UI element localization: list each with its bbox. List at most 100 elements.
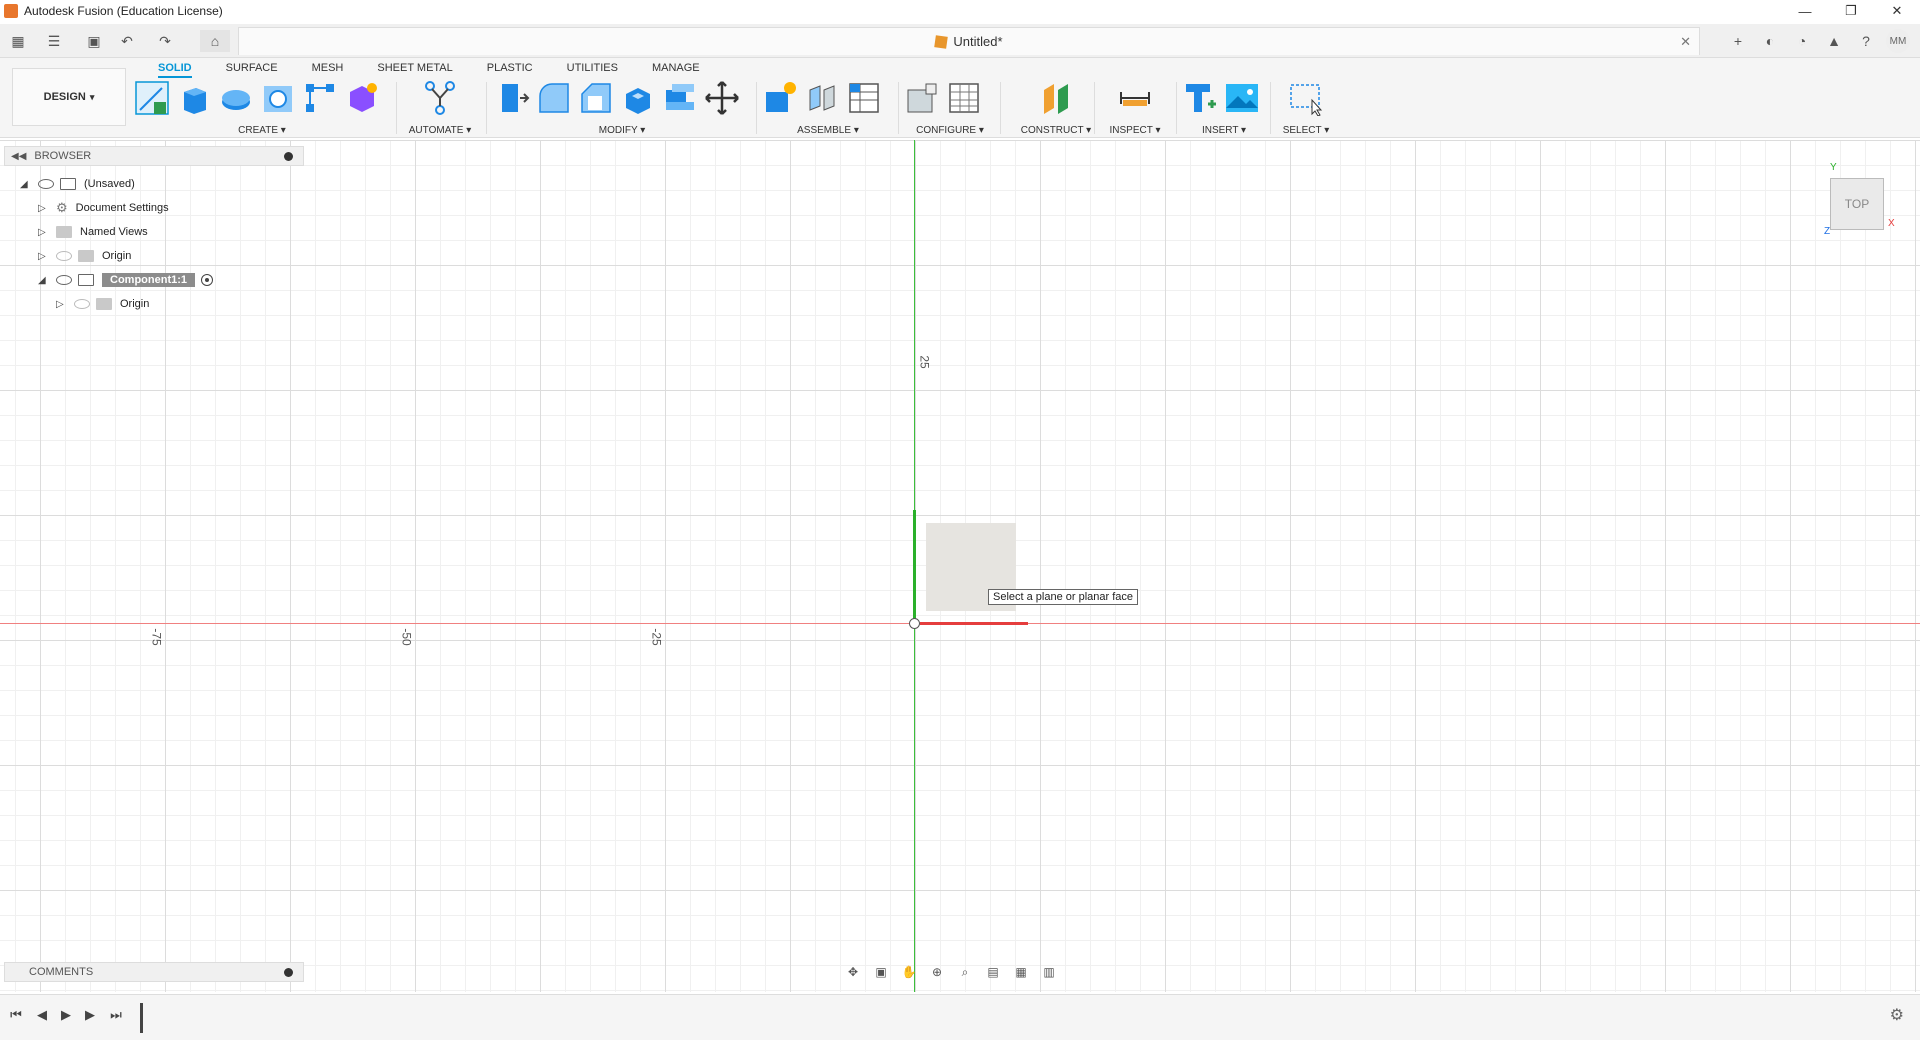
tree-item-document-settings[interactable]: ▷ ⚙ Document Settings xyxy=(38,198,169,218)
expand-triangle-icon[interactable]: ▷ xyxy=(38,227,50,238)
insert-canvas-icon[interactable] xyxy=(1224,80,1260,116)
tick-label: -50 xyxy=(399,628,414,646)
insert-derive-icon[interactable] xyxy=(1182,80,1218,116)
file-menu-icon[interactable]: ☰ xyxy=(40,30,68,52)
shell-icon[interactable] xyxy=(620,80,656,116)
assemble-menu[interactable]: ASSEMBLE ▾ xyxy=(762,125,894,136)
timeline-marker[interactable] xyxy=(140,1003,143,1033)
viewcube-x-label: X xyxy=(1888,218,1895,229)
tree-item-root[interactable]: ◢ (Unsaved) xyxy=(20,174,135,194)
expand-triangle-icon[interactable]: ▷ xyxy=(56,299,68,310)
measure-icon[interactable] xyxy=(1117,80,1153,116)
comments-panel-header[interactable]: COMMENTS xyxy=(4,962,304,982)
new-tab-icon[interactable]: + xyxy=(1726,29,1750,53)
visibility-eye-off-icon[interactable] xyxy=(56,251,72,261)
fillet-icon[interactable] xyxy=(536,80,572,116)
expand-triangle-icon[interactable]: ▷ xyxy=(38,203,50,214)
go-to-start-icon[interactable]: ⏮ xyxy=(6,1005,26,1025)
tree-item-named-views[interactable]: ▷ Named Views xyxy=(38,222,148,242)
activate-component-radio[interactable] xyxy=(201,274,213,286)
collapse-browser-icon[interactable]: ◀◀ xyxy=(11,151,26,162)
tree-item-component[interactable]: ◢ Component1:1 xyxy=(38,270,213,290)
visibility-eye-icon[interactable] xyxy=(38,179,54,189)
joint-icon[interactable] xyxy=(804,80,840,116)
tab-manage[interactable]: MANAGE xyxy=(642,60,710,76)
viewcube[interactable]: TOP xyxy=(1830,178,1884,230)
bill-of-materials-icon[interactable] xyxy=(846,80,882,116)
select-menu[interactable]: SELECT ▾ xyxy=(1276,125,1336,136)
save-icon[interactable]: ▣ xyxy=(84,30,104,52)
create-menu[interactable]: CREATE ▾ xyxy=(134,125,390,136)
create-form-icon[interactable] xyxy=(344,80,380,116)
collapse-triangle-icon[interactable]: ◢ xyxy=(20,179,32,190)
offset-plane-icon[interactable] xyxy=(1038,80,1074,116)
pattern-icon[interactable] xyxy=(302,80,338,116)
step-back-icon[interactable]: ◀ xyxy=(32,1005,52,1025)
configure-menu[interactable]: CONFIGURE ▾ xyxy=(904,125,996,136)
revolve-icon[interactable] xyxy=(218,80,254,116)
chamfer-icon[interactable] xyxy=(578,80,614,116)
orbit-icon[interactable]: ✥ xyxy=(842,963,864,981)
display-settings-icon[interactable]: ▤ xyxy=(982,963,1004,981)
configuration-table-icon[interactable] xyxy=(946,80,982,116)
inspect-menu[interactable]: INSPECT ▾ xyxy=(1100,125,1170,136)
visibility-eye-icon[interactable] xyxy=(56,275,72,285)
window-select-icon[interactable] xyxy=(1288,80,1324,116)
visibility-eye-off-icon[interactable] xyxy=(74,299,90,309)
restore-button[interactable]: ❐ xyxy=(1828,0,1874,22)
redo-icon[interactable]: ↷ xyxy=(154,30,176,52)
document-tab[interactable]: Untitled* ✕ xyxy=(238,27,1700,55)
tab-plastic[interactable]: PLASTIC xyxy=(477,60,543,76)
inspect-group: INSPECT ▾ xyxy=(1100,80,1170,138)
hole-icon[interactable] xyxy=(260,80,296,116)
automate-icon[interactable] xyxy=(422,80,458,116)
press-pull-icon[interactable] xyxy=(494,80,530,116)
close-document-icon[interactable]: ✕ xyxy=(1680,34,1691,50)
help-icon[interactable]: ? xyxy=(1854,29,1878,53)
tree-item-origin[interactable]: ▷ Origin xyxy=(38,246,131,266)
grid-settings-icon[interactable]: ▦ xyxy=(1010,963,1032,981)
home-icon[interactable]: ⌂ xyxy=(200,30,230,52)
pan-icon[interactable]: ✋ xyxy=(898,963,920,981)
zoom-icon[interactable]: ⊕ xyxy=(926,963,948,981)
notifications-icon[interactable]: ▲ xyxy=(1822,29,1846,53)
create-sketch-icon[interactable] xyxy=(134,80,170,116)
expand-triangle-icon[interactable]: ▷ xyxy=(38,251,50,262)
go-to-end-icon[interactable]: ⏭ xyxy=(106,1005,126,1025)
close-window-button[interactable]: ✕ xyxy=(1874,0,1920,22)
viewports-icon[interactable]: ▥ xyxy=(1038,963,1060,981)
browser-panel-header[interactable]: ◀◀ BROWSER xyxy=(4,146,304,166)
undo-icon[interactable]: ↶ xyxy=(116,30,138,52)
tab-sheet-metal[interactable]: SHEET METAL xyxy=(367,60,462,76)
tab-surface[interactable]: SURFACE xyxy=(216,60,288,76)
plane-x-edge xyxy=(920,622,1028,625)
tab-mesh[interactable]: MESH xyxy=(302,60,354,76)
user-avatar[interactable]: MM xyxy=(1886,29,1910,53)
new-component-icon[interactable] xyxy=(762,80,798,116)
modify-menu[interactable]: MODIFY ▾ xyxy=(494,125,750,136)
automate-menu[interactable]: AUTOMATE ▾ xyxy=(400,125,480,136)
tab-solid[interactable]: SOLID xyxy=(148,60,202,76)
add-comment-icon[interactable] xyxy=(284,967,293,977)
step-forward-icon[interactable]: ▶ xyxy=(80,1005,100,1025)
workspace-switcher-button[interactable]: DESIGN ▾ xyxy=(12,68,126,126)
insert-menu[interactable]: INSERT ▾ xyxy=(1182,125,1266,136)
tree-item-component-origin[interactable]: ▷ Origin xyxy=(56,294,149,314)
timeline-settings-icon[interactable]: ⚙ xyxy=(1890,1005,1904,1025)
extrude-icon[interactable] xyxy=(176,80,212,116)
combine-icon[interactable] xyxy=(662,80,698,116)
browser-pin-icon[interactable] xyxy=(284,151,293,161)
look-at-icon[interactable]: ▣ xyxy=(870,963,892,981)
tab-utilities[interactable]: UTILITIES xyxy=(557,60,628,76)
configure-model-icon[interactable] xyxy=(904,80,940,116)
collapse-triangle-icon[interactable]: ◢ xyxy=(38,275,50,286)
extensions-icon[interactable]: ◐ xyxy=(1758,29,1782,53)
fit-icon[interactable]: ⌕ xyxy=(954,963,976,981)
move-copy-icon[interactable] xyxy=(704,80,740,116)
origin-point[interactable] xyxy=(909,618,920,629)
job-status-icon[interactable]: ◔ xyxy=(1790,29,1814,53)
play-icon[interactable]: ▶ xyxy=(56,1005,76,1025)
minimize-button[interactable]: — xyxy=(1782,0,1828,22)
data-panel-grid-icon[interactable]: ▦ xyxy=(8,30,28,52)
construct-menu[interactable]: CONSTRUCT ▾ xyxy=(1006,125,1106,136)
